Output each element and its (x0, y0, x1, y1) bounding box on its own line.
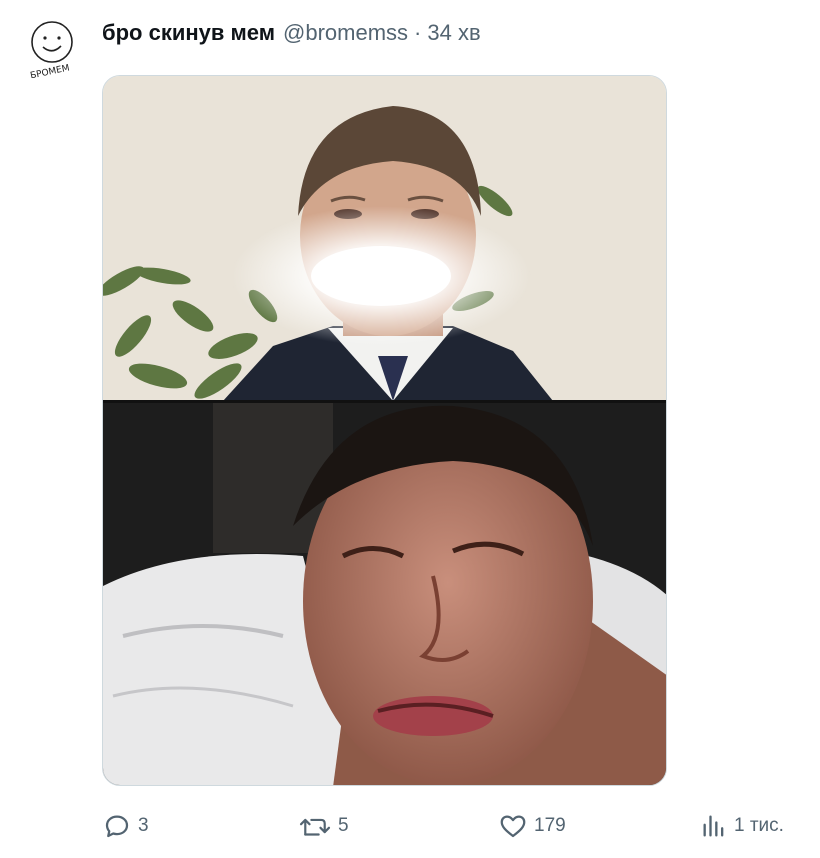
repost-icon (299, 818, 331, 836)
avatar-doodle-icon: БРОМЕМ (29, 21, 73, 81)
reply-icon (105, 815, 129, 838)
reply-count: 3 (138, 815, 149, 836)
views-button[interactable]: 1 тис. (700, 808, 784, 844)
bottom-meme-image (103, 403, 666, 785)
like-count: 179 (534, 815, 566, 836)
author-name[interactable]: бро скинув мем (102, 20, 275, 46)
reply-button[interactable]: 3 (102, 808, 149, 844)
author-handle[interactable]: @bromemss (283, 20, 408, 46)
repost-count: 5 (338, 815, 349, 836)
repost-button[interactable]: 5 (298, 808, 349, 844)
top-meme-image (103, 76, 666, 401)
heart-icon (500, 815, 526, 838)
views-count: 1 тис. (734, 815, 784, 836)
avatar[interactable]: БРОМЕМ (22, 14, 86, 81)
timestamp[interactable]: 34 хв (427, 20, 480, 46)
analytics-icon (703, 815, 724, 837)
like-button[interactable]: 179 (498, 808, 566, 844)
tweet-actions: 3 5 179 1 тис. (102, 808, 802, 844)
tweet-header: бро скинув мем @bromemss · 34 хв (102, 18, 481, 48)
avatar-label: БРОМЕМ (29, 63, 70, 78)
tweet-media[interactable] (102, 75, 667, 786)
separator-dot: · (414, 20, 422, 45)
